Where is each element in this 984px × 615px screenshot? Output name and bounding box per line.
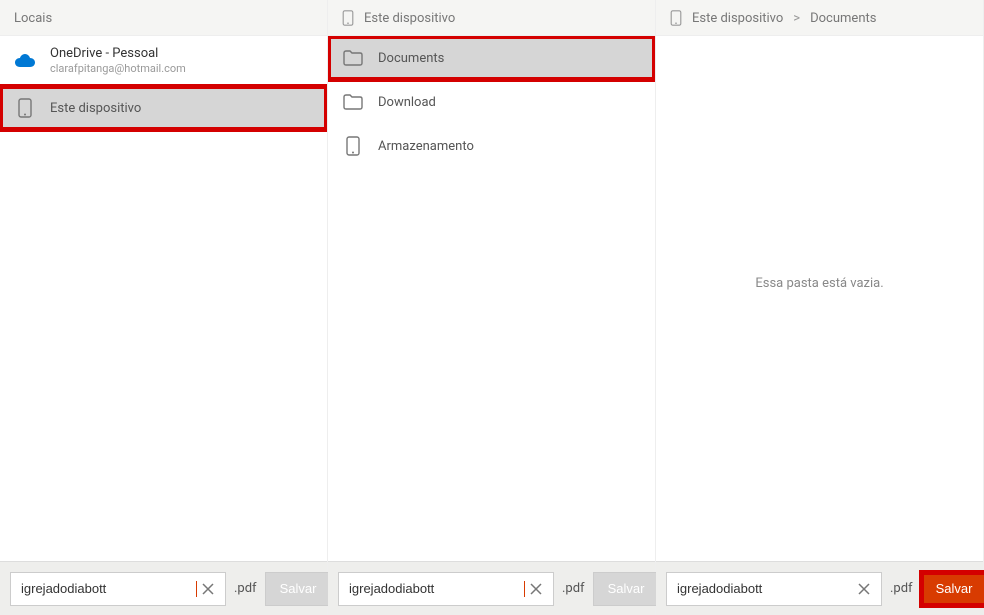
- breadcrumb-folder: Documents: [810, 11, 876, 26]
- location-onedrive[interactable]: OneDrive - Pessoal clarafpitanga@hotmail…: [0, 36, 327, 86]
- panel-places-title: Locais: [14, 11, 52, 26]
- bottom-bar-panel2: .pdf Salvar: [328, 561, 655, 615]
- phone-icon: [670, 10, 684, 28]
- panel-folder: Este dispositivo > Documents Essa pasta …: [656, 0, 984, 615]
- onedrive-icon: [14, 50, 36, 72]
- filename-wrap-3[interactable]: [666, 572, 882, 606]
- onedrive-email: clarafpitanga@hotmail.com: [50, 62, 186, 76]
- item-storage-label: Armazenamento: [378, 139, 474, 154]
- folder-documents-label: Documents: [378, 51, 444, 66]
- panel-folder-body: Essa pasta está vazia.: [656, 36, 983, 561]
- folder-icon: [342, 47, 364, 69]
- folder-icon: [342, 91, 364, 113]
- folder-download[interactable]: Download: [328, 80, 655, 124]
- filename-input-1[interactable]: [21, 581, 197, 596]
- save-button-3[interactable]: Salvar: [921, 572, 984, 606]
- panel-folder-header: Este dispositivo > Documents: [656, 0, 983, 36]
- panel-device-header: Este dispositivo: [328, 0, 655, 36]
- item-storage[interactable]: Armazenamento: [328, 124, 655, 168]
- filename-wrap-1[interactable]: [10, 572, 226, 606]
- folder-download-label: Download: [378, 95, 436, 110]
- clear-filename-button-3[interactable]: [853, 578, 875, 600]
- clear-filename-button-1[interactable]: [197, 578, 219, 600]
- location-this-device[interactable]: Este dispositivo: [0, 86, 327, 130]
- save-button-2[interactable]: Salvar: [593, 572, 660, 606]
- folder-documents[interactable]: Documents: [328, 36, 655, 80]
- bottom-bar-panel3: .pdf Salvar: [656, 561, 983, 615]
- breadcrumb-separator: >: [791, 11, 802, 26]
- save-button-1[interactable]: Salvar: [265, 572, 332, 606]
- phone-icon: [342, 10, 356, 28]
- extension-label-1: .pdf: [232, 581, 259, 596]
- this-device-label: Este dispositivo: [50, 101, 141, 116]
- empty-folder-message: Essa pasta está vazia.: [656, 36, 983, 291]
- extension-label-3: .pdf: [888, 581, 915, 596]
- panel-device-body: Documents Download Armazenamento: [328, 36, 655, 561]
- onedrive-title: OneDrive - Pessoal: [50, 46, 186, 62]
- onedrive-labels: OneDrive - Pessoal clarafpitanga@hotmail…: [50, 46, 186, 76]
- panel-places-header: Locais: [0, 0, 327, 36]
- panel-device-title: Este dispositivo: [364, 11, 455, 26]
- phone-icon: [342, 135, 364, 157]
- panel-places: Locais OneDrive - Pessoal clarafpitanga@…: [0, 0, 328, 615]
- clear-filename-button-2[interactable]: [525, 578, 547, 600]
- filename-input-3[interactable]: [677, 581, 853, 596]
- panel-device: Este dispositivo Documents Download Arma…: [328, 0, 656, 615]
- panel-places-body: OneDrive - Pessoal clarafpitanga@hotmail…: [0, 36, 327, 561]
- breadcrumb-device[interactable]: Este dispositivo: [692, 11, 783, 26]
- phone-icon: [14, 97, 36, 119]
- filename-input-2[interactable]: [349, 581, 525, 596]
- extension-label-2: .pdf: [560, 581, 587, 596]
- filename-wrap-2[interactable]: [338, 572, 554, 606]
- bottom-bar-panel1: .pdf Salvar: [0, 561, 327, 615]
